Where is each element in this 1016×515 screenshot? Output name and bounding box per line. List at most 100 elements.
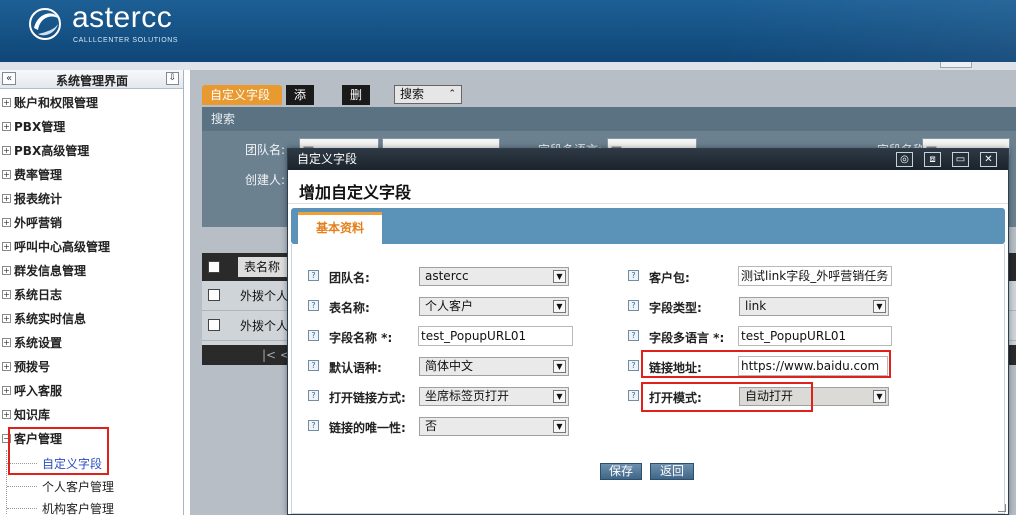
row-checkbox[interactable] — [208, 319, 220, 331]
field-name-input[interactable]: test_PopupURL01 — [418, 326, 573, 346]
expand-icon[interactable]: + — [2, 170, 11, 179]
expand-icon[interactable]: + — [2, 122, 11, 131]
help-icon[interactable]: ? — [308, 270, 319, 281]
tree-connector — [7, 486, 37, 487]
sidebar-subitem-org-customers[interactable]: 机构客户管理 — [42, 500, 114, 515]
expand-icon[interactable]: + — [2, 98, 11, 107]
resize-handle-icon[interactable] — [998, 504, 1006, 512]
expand-icon[interactable]: + — [2, 146, 11, 155]
sidebar-item-system-log[interactable]: + 系统日志 — [0, 285, 183, 305]
expand-icon[interactable]: + — [2, 314, 11, 323]
header-strip — [0, 62, 1016, 70]
field-name-label: 字段名称 *: — [329, 331, 393, 345]
sidebar-subitem-personal-customers[interactable]: 个人客户管理 — [42, 478, 114, 496]
search-toggle-button[interactable]: 搜索 ⌃ — [394, 85, 462, 104]
open-link-method-select[interactable]: 坐席标签页打开 ▼ — [419, 387, 569, 406]
help-icon[interactable]: ? — [628, 270, 639, 281]
maximize-icon[interactable]: ▭ — [952, 152, 969, 167]
add-button[interactable]: 添加 — [286, 85, 315, 122]
tab-basic-info[interactable]: 基本资料 — [298, 212, 382, 244]
link-unique-select[interactable]: 否 ▼ — [419, 417, 569, 436]
expand-icon[interactable]: + — [2, 194, 11, 203]
expand-icon[interactable]: + — [2, 362, 11, 371]
sidebar-item-accounts[interactable]: + 账户和权限管理 — [0, 93, 183, 113]
table-name-select[interactable]: 个人客户 ▼ — [419, 297, 569, 316]
help-icon[interactable]: ? — [308, 420, 319, 431]
divider — [288, 203, 1008, 204]
sidebar-item-outbound[interactable]: + 外呼营销 — [0, 213, 183, 233]
sidebar-item-settings[interactable]: + 系统设置 — [0, 333, 183, 353]
pin-dialog-icon[interactable]: ◎ — [896, 152, 913, 167]
row-checkbox[interactable] — [208, 289, 220, 301]
highlight-box — [8, 427, 109, 475]
back-button[interactable]: 返回 — [650, 463, 694, 480]
help-icon[interactable]: ? — [628, 390, 639, 401]
team-label: 团队名: — [329, 271, 370, 285]
help-icon[interactable]: ? — [628, 330, 639, 341]
sidebar-item-pbx[interactable]: + PBX管理 — [0, 117, 183, 137]
help-icon[interactable]: ? — [628, 360, 639, 371]
help-icon[interactable]: ? — [308, 330, 319, 341]
field-type-label: 字段类型: — [649, 301, 702, 315]
help-icon[interactable]: ? — [308, 360, 319, 371]
expand-icon[interactable]: + — [2, 386, 11, 395]
sidebar-item-predial[interactable]: + 预拨号 — [0, 357, 183, 377]
link-unique-label: 链接的唯一性: — [329, 421, 406, 435]
help-icon[interactable]: ? — [308, 300, 319, 311]
expand-icon[interactable]: + — [2, 242, 11, 251]
sidebar-item-knowledge[interactable]: + 知识库 — [0, 405, 183, 425]
expand-icon[interactable]: + — [2, 410, 11, 419]
expand-icon[interactable]: + — [2, 290, 11, 299]
tree-connector — [6, 450, 7, 515]
chevron-down-icon: ▼ — [553, 390, 566, 403]
sidebar-item-pbx-advanced[interactable]: + PBX高级管理 — [0, 141, 183, 161]
default-language-select[interactable]: 简体中文 ▼ — [419, 357, 569, 376]
sidebar-header: « 系统管理界面 ⇩ — [0, 70, 183, 89]
tab-custom-fields[interactable]: 自定义字段 — [202, 85, 282, 105]
astercc-logo-icon — [29, 8, 61, 40]
delete-button[interactable]: 删除 — [342, 85, 371, 122]
chevron-down-icon: ▼ — [553, 270, 566, 283]
customer-package-input[interactable]: 测试link字段_外呼营销任务 — [738, 266, 892, 286]
chevron-down-icon: ▼ — [873, 300, 886, 313]
expand-icon[interactable]: + — [2, 338, 11, 347]
field-multilang-label: 字段多语言 *: — [649, 331, 725, 345]
table-name-label: 表名称: — [329, 301, 370, 315]
header-toggle-handle[interactable] — [940, 62, 972, 68]
help-icon[interactable]: ? — [628, 300, 639, 311]
customer-package-label: 客户包: — [649, 271, 690, 285]
expand-icon[interactable]: + — [2, 266, 11, 275]
sidebar-item-inbound[interactable]: + 呼入客服 — [0, 381, 183, 401]
tree-connector — [7, 508, 37, 509]
chevron-down-icon: ▼ — [873, 390, 886, 403]
brand-tagline: CALLLCENTER SOLUTIONS — [73, 37, 179, 44]
app-header: astercc CALLLCENTER SOLUTIONS — [0, 0, 1016, 62]
double-chevron-up-icon: ⌃ — [448, 89, 456, 99]
default-language-label: 默认语种: — [329, 361, 382, 375]
expand-icon[interactable]: + — [2, 218, 11, 227]
dialog-tabs: 基本资料 — [291, 208, 1005, 244]
creator-filter-label: 创建人: — [245, 173, 286, 187]
pin-icon[interactable]: ⇩ — [166, 72, 179, 85]
sidebar-title: 系统管理界面 — [55, 74, 128, 88]
field-type-select[interactable]: link ▼ — [739, 297, 889, 316]
sidebar-item-reports[interactable]: + 报表统计 — [0, 189, 183, 209]
sidebar-item-callcenter-advanced[interactable]: + 呼叫中心高级管理 — [0, 237, 183, 257]
team-select[interactable]: astercc ▼ — [419, 267, 569, 286]
restore-icon[interactable]: ⧈ — [924, 152, 941, 167]
sidebar-item-rates[interactable]: + 费率管理 — [0, 165, 183, 185]
header-decoration — [716, 0, 1016, 62]
field-multilang-input[interactable]: test_PopupURL01 — [738, 326, 892, 346]
highlight-box — [641, 382, 813, 412]
help-icon[interactable]: ? — [308, 390, 319, 401]
sidebar-item-realtime[interactable]: + 系统实时信息 — [0, 309, 183, 329]
close-icon[interactable]: ✕ — [980, 152, 997, 167]
sidebar-item-messaging[interactable]: + 群发信息管理 — [0, 261, 183, 281]
save-button[interactable]: 保存 — [600, 463, 642, 480]
select-all-checkbox[interactable] — [208, 261, 220, 273]
open-link-method-label: 打开链接方式: — [329, 391, 406, 405]
dialog-title: 自定义字段 — [297, 152, 358, 166]
chevron-down-icon: ▼ — [553, 360, 566, 373]
dialog-heading: 增加自定义字段 — [299, 183, 412, 202]
search-panel-header: 搜索 — [202, 107, 1016, 131]
